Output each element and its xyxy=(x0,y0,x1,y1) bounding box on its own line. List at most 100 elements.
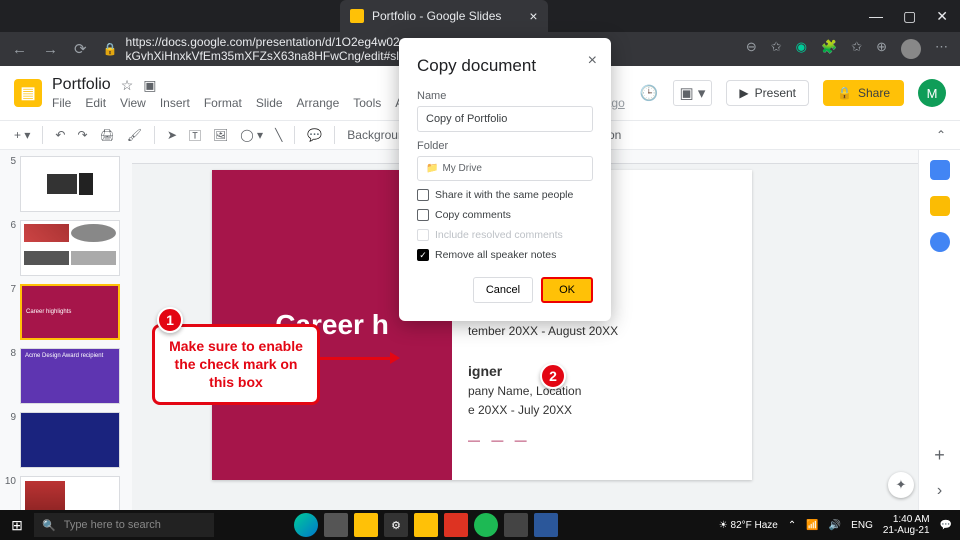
comment-history-icon[interactable]: 🕒 xyxy=(640,84,659,102)
print-icon[interactable]: 🖨 xyxy=(100,128,115,142)
weather-widget[interactable]: ☀ 82°F Haze xyxy=(719,520,778,531)
name-label: Name xyxy=(417,90,593,102)
present-button[interactable]: ▶ Present xyxy=(726,80,809,106)
menu-view[interactable]: View xyxy=(120,96,146,110)
spotify-taskbar-icon[interactable] xyxy=(474,513,498,537)
keep-addon-icon[interactable] xyxy=(930,196,950,216)
slide-thumb-5[interactable] xyxy=(20,156,120,212)
forward-icon[interactable]: → xyxy=(43,41,58,58)
slide-thumb-6[interactable] xyxy=(20,220,120,276)
app3-taskbar-icon[interactable] xyxy=(504,513,528,537)
favorite-icon[interactable]: ✩ xyxy=(771,39,782,59)
notification-icon[interactable]: 💬 xyxy=(940,520,952,531)
share-button[interactable]: 🔒 Share xyxy=(823,80,904,106)
app2-taskbar-icon[interactable] xyxy=(414,513,438,537)
start-button[interactable]: ⊞ xyxy=(0,517,34,534)
menu-slide[interactable]: Slide xyxy=(256,96,283,110)
tab-title: Portfolio - Google Slides xyxy=(372,9,501,23)
slide-thumb-7[interactable]: Career highlights xyxy=(20,284,120,340)
window-controls: — ▢ ✕ xyxy=(869,8,960,25)
folder-label: Folder xyxy=(417,140,593,152)
clock[interactable]: 1:40 AM 21-Aug-21 xyxy=(883,514,930,536)
explorer-taskbar-icon[interactable] xyxy=(354,513,378,537)
menu-arrange[interactable]: Arrange xyxy=(297,96,340,110)
reload-icon[interactable]: ⟳ xyxy=(74,40,87,58)
menu-insert[interactable]: Insert xyxy=(160,96,190,110)
slides-logo-icon[interactable]: ▤ xyxy=(14,79,42,107)
wifi-icon[interactable]: 📶 xyxy=(806,520,818,531)
present-dropdown-icon[interactable]: ▣ ▾ xyxy=(673,80,713,106)
side-panel: + › xyxy=(918,150,960,510)
comment-icon[interactable]: 💬 xyxy=(307,128,322,142)
calendar-addon-icon[interactable] xyxy=(930,160,950,180)
close-tab-icon[interactable]: × xyxy=(529,8,537,24)
textbox-icon[interactable]: 🅃 xyxy=(189,127,201,144)
cancel-button[interactable]: Cancel xyxy=(473,277,533,303)
new-slide-icon[interactable]: + ▾ xyxy=(14,128,30,142)
menu-tools[interactable]: Tools xyxy=(353,96,381,110)
paint-format-icon[interactable]: 🖌 xyxy=(127,128,142,142)
annotation-badge-1: 1 xyxy=(157,307,183,333)
annotation-arrow xyxy=(320,357,395,360)
add-addon-icon[interactable]: + xyxy=(934,445,945,466)
back-icon[interactable]: ← xyxy=(12,41,27,58)
windows-taskbar: ⊞ 🔍 Type here to search ⚙ ☀ 82°F Haze ⌃ … xyxy=(0,510,960,540)
collapse-toolbar-icon[interactable]: ⌃ xyxy=(936,128,946,142)
slide-thumb-8[interactable]: Acme Design Award recipient xyxy=(20,348,120,404)
explore-button[interactable]: ✦ xyxy=(888,472,914,498)
line-icon[interactable]: ╲ xyxy=(275,128,282,142)
collections-icon[interactable]: ⊕ xyxy=(876,39,887,59)
document-title[interactable]: Portfolio xyxy=(52,76,111,94)
settings-taskbar-icon[interactable]: ⚙ xyxy=(384,513,408,537)
annotation-badge-2: 2 xyxy=(540,363,566,389)
slide-filmstrip: 5 6 7Career highlights 8Acme Design Awar… xyxy=(0,150,132,510)
browser-tab[interactable]: Portfolio - Google Slides × xyxy=(340,0,548,32)
browser-titlebar: Portfolio - Google Slides × — ▢ ✕ xyxy=(0,0,960,32)
move-icon[interactable]: ▣ xyxy=(143,77,156,94)
zoom-icon[interactable]: ⊖ xyxy=(746,39,757,59)
menu-file[interactable]: File xyxy=(52,96,71,110)
app-taskbar-icon[interactable] xyxy=(324,513,348,537)
slides-favicon-icon xyxy=(350,9,364,23)
include-resolved-checkbox: Include resolved comments xyxy=(417,229,593,241)
share-same-people-checkbox[interactable]: Share it with the same people xyxy=(417,189,593,201)
annotation-arrow-head xyxy=(390,352,400,364)
volume-icon[interactable]: 🔊 xyxy=(829,520,841,531)
maximize-icon[interactable]: ▢ xyxy=(903,8,916,25)
undo-icon[interactable]: ↶ xyxy=(55,128,65,142)
star-icon[interactable]: ☆ xyxy=(121,77,134,94)
tasks-addon-icon[interactable] xyxy=(930,232,950,252)
folder-picker[interactable]: 📁 My Drive xyxy=(417,156,593,181)
collapse-panel-icon[interactable]: › xyxy=(937,482,942,500)
cursor-icon[interactable]: ➤ xyxy=(167,128,177,142)
remove-speaker-notes-checkbox[interactable]: ✓Remove all speaker notes xyxy=(417,249,593,261)
edge-taskbar-icon[interactable] xyxy=(294,513,318,537)
ok-button[interactable]: OK xyxy=(541,277,593,303)
redo-icon[interactable]: ↷ xyxy=(77,128,87,142)
dialog-title: Copy document xyxy=(417,56,593,76)
menu-icon[interactable]: ⋯ xyxy=(935,39,948,59)
favorites-bar-icon[interactable]: ✩ xyxy=(851,39,862,59)
lock-icon: 🔒 xyxy=(103,42,118,56)
image-icon[interactable]: 🖼 xyxy=(213,128,228,142)
extensions-icon[interactable]: 🧩 xyxy=(821,39,837,59)
office-taskbar-icon[interactable] xyxy=(444,513,468,537)
copy-comments-checkbox[interactable]: Copy comments xyxy=(417,209,593,221)
tray-chevron-icon[interactable]: ⌃ xyxy=(788,520,796,531)
user-avatar[interactable]: M xyxy=(918,79,946,107)
shape-icon[interactable]: ◯ ▾ xyxy=(240,128,263,142)
document-name-input[interactable] xyxy=(417,106,593,132)
annotation-callout: Make sure to enable the check mark on th… xyxy=(152,324,320,405)
word-taskbar-icon[interactable] xyxy=(534,513,558,537)
profile-avatar-icon[interactable] xyxy=(901,39,921,59)
minimize-icon[interactable]: — xyxy=(869,8,883,25)
taskbar-search[interactable]: 🔍 Type here to search xyxy=(34,513,214,537)
language-icon[interactable]: ENG xyxy=(851,520,873,531)
dialog-close-icon[interactable]: × xyxy=(588,52,597,70)
close-window-icon[interactable]: ✕ xyxy=(936,8,948,25)
menu-format[interactable]: Format xyxy=(204,96,242,110)
extension-icon[interactable]: ◉ xyxy=(796,39,807,59)
menu-edit[interactable]: Edit xyxy=(85,96,106,110)
slide-thumb-9[interactable] xyxy=(20,412,120,468)
slide-thumb-10[interactable] xyxy=(20,476,120,510)
